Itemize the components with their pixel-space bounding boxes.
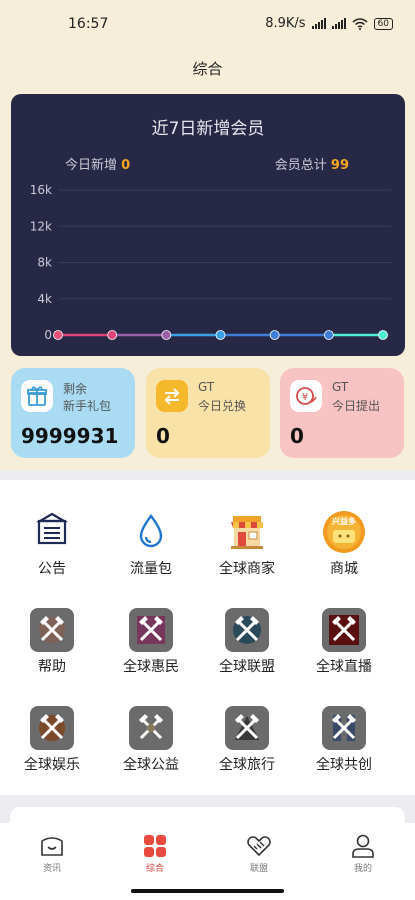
grid-label: 全球惠民 — [123, 659, 179, 675]
handshake-icon — [247, 836, 271, 857]
battery-icon: 60 — [373, 17, 393, 30]
tile-gift-label-1: 剩余 — [63, 382, 88, 396]
grid-item-global-charity[interactable]: 全球公益 — [99, 706, 203, 786]
profile-icon — [352, 834, 374, 858]
grid-label: 商城 — [330, 561, 358, 577]
grid-item-global-travel[interactable]: 全球旅行 — [195, 706, 299, 786]
tile-gift[interactable]: 剩余 新手礼包 9999931 — [11, 368, 135, 458]
tab-general[interactable]: 综合 — [125, 833, 185, 874]
global-cocreate-icon — [322, 706, 366, 750]
grid-label: 流量包 — [130, 561, 172, 577]
news-icon — [41, 837, 63, 856]
svg-text:¥: ¥ — [302, 392, 308, 403]
global-alliance-icon — [225, 608, 269, 652]
home-indicator — [131, 889, 284, 893]
grid-label: 全球公益 — [123, 757, 179, 773]
y-tick-label: 8k — [37, 256, 52, 270]
gift-icon — [21, 380, 53, 412]
y-tick-label: 12k — [30, 219, 52, 233]
feature-grid: 公告 流量包 全球商家 兴益多 商城 帮助 全球惠民 全球联盟 全球直播 全球娱… — [0, 470, 415, 795]
announcement-icon — [30, 510, 74, 554]
page-title: 综合 — [192, 60, 223, 78]
tab-alliance[interactable]: 联盟 — [229, 833, 289, 874]
member-chart-card: 0 4k 8k 12k 16k 近7日新增会员 今日新增 0 会员总计 99 — [11, 94, 405, 356]
grid-item-announcement[interactable]: 公告 — [0, 510, 104, 590]
chart-title: 近7日新增会员 — [151, 119, 265, 139]
global-benefit-icon — [129, 608, 173, 652]
grid-item-global-live[interactable]: 全球直播 — [292, 608, 396, 688]
tab-label: 综合 — [145, 864, 164, 874]
today-new-stat: 今日新增 0 — [65, 154, 130, 173]
grid-item-help[interactable]: 帮助 — [0, 608, 104, 688]
tile-exchange[interactable]: GT 今日兑换 0 — [146, 368, 270, 458]
tile-withdraw[interactable]: ¥ GT 今日提出 0 — [280, 368, 404, 458]
network-speed: 8.9K/s — [265, 16, 306, 31]
next-card-edge — [10, 807, 405, 823]
grid-item-global-entertainment[interactable]: 全球娱乐 — [0, 706, 104, 786]
grid-item-global-merchants[interactable]: 全球商家 — [195, 510, 299, 590]
data-point — [269, 330, 280, 340]
tab-label: 资讯 — [42, 864, 61, 874]
tile-exchange-label-1: GT — [198, 380, 215, 394]
status-indicators: 8.9K/s 60 — [265, 16, 393, 31]
global-entertainment-icon — [30, 706, 74, 750]
water-drop-icon — [129, 510, 173, 554]
grid-label: 全球共创 — [316, 757, 372, 773]
global-travel-icon — [225, 706, 269, 750]
total-stat: 会员总计 99 — [275, 154, 349, 173]
grid-item-global-alliance[interactable]: 全球联盟 — [195, 608, 299, 688]
mall-badge: 兴益多 — [332, 517, 356, 526]
signal-icon — [331, 18, 346, 29]
data-point — [53, 330, 63, 340]
tab-label: 我的 — [353, 864, 372, 874]
grid-label: 公告 — [38, 561, 66, 577]
grid-item-global-cocreate[interactable]: 全球共创 — [292, 706, 396, 786]
status-time: 16:57 — [68, 16, 109, 32]
total-value: 99 — [330, 158, 349, 173]
data-point — [161, 330, 172, 340]
tile-gift-value: 9999931 — [21, 424, 119, 448]
global-charity-icon — [129, 706, 173, 750]
help-icon — [30, 608, 74, 652]
today-new-value: 0 — [121, 158, 131, 173]
grid-label: 全球娱乐 — [24, 757, 80, 773]
grid-label: 帮助 — [38, 659, 66, 675]
withdraw-icon: ¥ — [290, 380, 322, 412]
data-point — [378, 330, 388, 340]
data-point — [323, 330, 334, 340]
section-divider — [0, 795, 415, 823]
tile-withdraw-label-1: GT — [332, 380, 349, 394]
tab-news[interactable]: 资讯 — [22, 833, 82, 874]
data-point — [107, 330, 118, 340]
grid-label: 全球联盟 — [219, 659, 275, 675]
tile-withdraw-label-2: 今日提出 — [332, 399, 381, 413]
status-bar: 16:57 8.9K/s 60 — [0, 0, 415, 46]
total-label: 会员总计 — [274, 158, 327, 173]
tab-profile[interactable]: 我的 — [333, 833, 393, 874]
data-point — [215, 330, 226, 340]
tile-exchange-label-2: 今日兑换 — [198, 399, 247, 413]
today-new-label: 今日新增 — [65, 158, 118, 173]
wifi-icon — [352, 17, 368, 30]
tile-withdraw-value: 0 — [290, 424, 304, 448]
grid-icon — [144, 835, 166, 857]
grid-label: 全球商家 — [219, 561, 275, 577]
grid-label: 全球直播 — [316, 659, 372, 675]
tile-gift-label-2: 新手礼包 — [63, 399, 112, 413]
tab-label: 联盟 — [249, 864, 268, 874]
y-tick-label: 16k — [30, 183, 52, 197]
mall-icon: 兴益多 — [322, 510, 366, 554]
global-live-icon — [322, 608, 366, 652]
exchange-icon — [156, 380, 188, 412]
y-tick-label: 0 — [44, 328, 52, 342]
tile-exchange-value: 0 — [156, 424, 170, 448]
grid-item-global-benefit[interactable]: 全球惠民 — [99, 608, 203, 688]
grid-item-data-pack[interactable]: 流量包 — [99, 510, 203, 590]
grid-label: 全球旅行 — [219, 757, 275, 773]
grid-item-mall[interactable]: 兴益多 商城 — [292, 510, 396, 590]
signal-icon — [311, 18, 326, 29]
y-tick-label: 4k — [37, 292, 52, 306]
shop-icon — [225, 510, 269, 554]
